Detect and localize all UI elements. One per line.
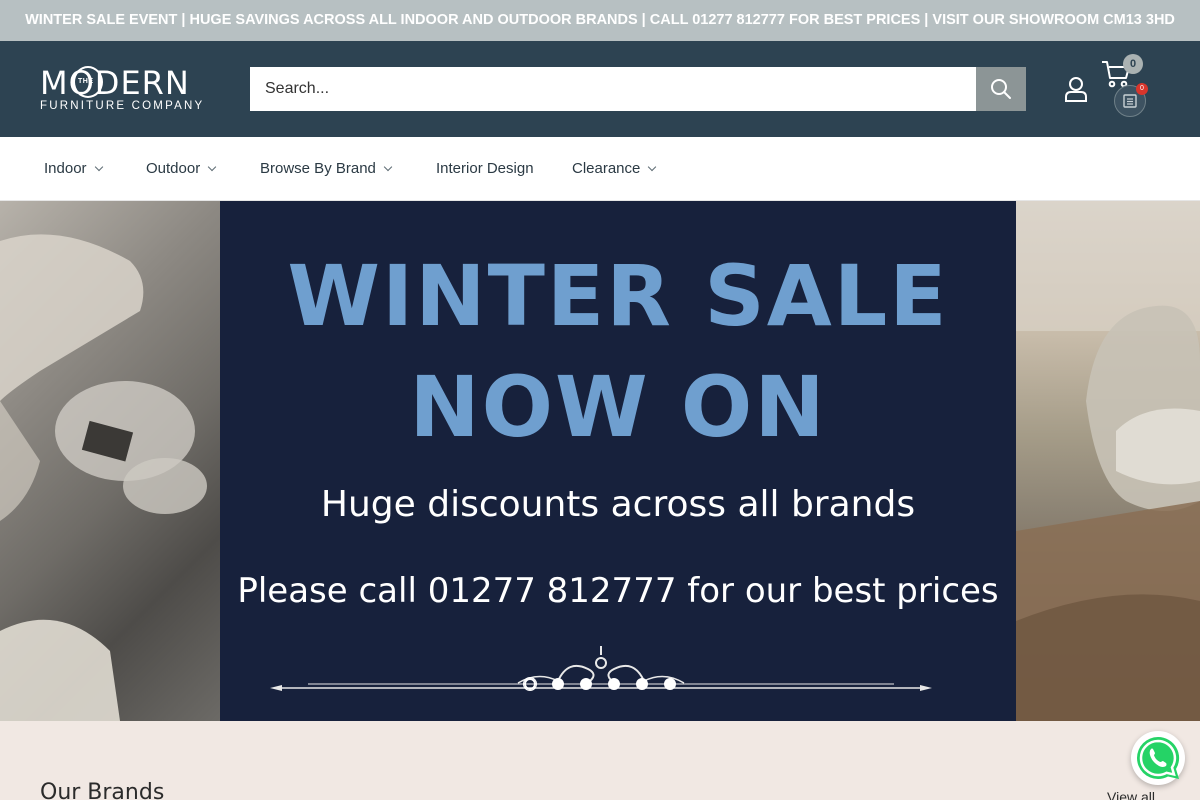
search-icon (991, 79, 1011, 99)
site-header: MODERN THE FURNITURE COMPANY 0 0 (0, 41, 1200, 137)
slide-dot[interactable] (664, 678, 676, 690)
nav-item-browse-by-brand[interactable]: Browse By Brand (260, 137, 393, 201)
logo-main-text: MODERN (40, 64, 190, 102)
nav-item-label: Browse By Brand (260, 160, 376, 177)
chevron-down-icon (648, 162, 657, 172)
hero-right-image (1016, 201, 1200, 721)
hero-subtitle: Huge discounts across all brands (320, 484, 916, 525)
section-title: Our Brands (40, 780, 165, 800)
cart-count-badge: 0 (1123, 54, 1143, 74)
slide-dot[interactable] (636, 678, 648, 690)
hero-slideshow[interactable]: WINTER SALE NOW ON Huge discounts across… (0, 201, 1200, 721)
slideshow-dots (524, 678, 676, 692)
account-icon (1065, 77, 1087, 102)
chevron-down-icon (207, 162, 217, 172)
nav-item-interior-design[interactable]: Interior Design (436, 137, 534, 201)
logo-the-text: THE (78, 78, 94, 85)
hero-title-line2: NOW ON (409, 358, 827, 456)
nav-item-outdoor[interactable]: Outdoor (146, 137, 217, 201)
nav-item-label: Clearance (572, 160, 641, 177)
slide-dot[interactable] (552, 678, 564, 690)
nav-item-clearance[interactable]: Clearance (572, 137, 657, 201)
slide-dot[interactable] (524, 678, 536, 690)
whatsapp-button[interactable] (1131, 731, 1185, 785)
nav-item-indoor[interactable]: Indoor (44, 137, 103, 201)
slide-dot[interactable] (580, 678, 592, 690)
nav-item-label: Interior Design (436, 160, 534, 177)
main-nav: Indoor Outdoor Browse By Brand Interior … (0, 137, 1200, 201)
chevron-down-icon (383, 162, 393, 172)
whatsapp-icon (1137, 736, 1180, 780)
hero-call-text: Please call 01277 812777 for our best pr… (237, 571, 999, 611)
wishlist-count-badge: 0 (1136, 83, 1148, 95)
search-button[interactable] (976, 67, 1026, 111)
hero-banner: WINTER SALE NOW ON Huge discounts across… (220, 201, 1016, 721)
hero-left-image (0, 201, 220, 721)
logo-subtitle: FURNITURE COMPANY (40, 100, 205, 112)
nav-item-label: Outdoor (146, 160, 201, 177)
slide-dot[interactable] (608, 678, 620, 690)
account-button[interactable] (1062, 75, 1090, 103)
wishlist-icon (1123, 94, 1137, 108)
logo[interactable]: MODERN THE FURNITURE COMPANY (40, 66, 218, 114)
nav-item-label: Indoor (44, 160, 87, 177)
chevron-down-icon (94, 162, 103, 172)
search-input[interactable] (250, 67, 976, 111)
hero-title-line1: WINTER SALE (287, 247, 949, 345)
view-all-link[interactable]: View all (1107, 789, 1155, 800)
announcement-bar: WINTER SALE EVENT | HUGE SAVINGS ACROSS … (0, 0, 1200, 41)
ornament-divider-icon (270, 646, 932, 691)
